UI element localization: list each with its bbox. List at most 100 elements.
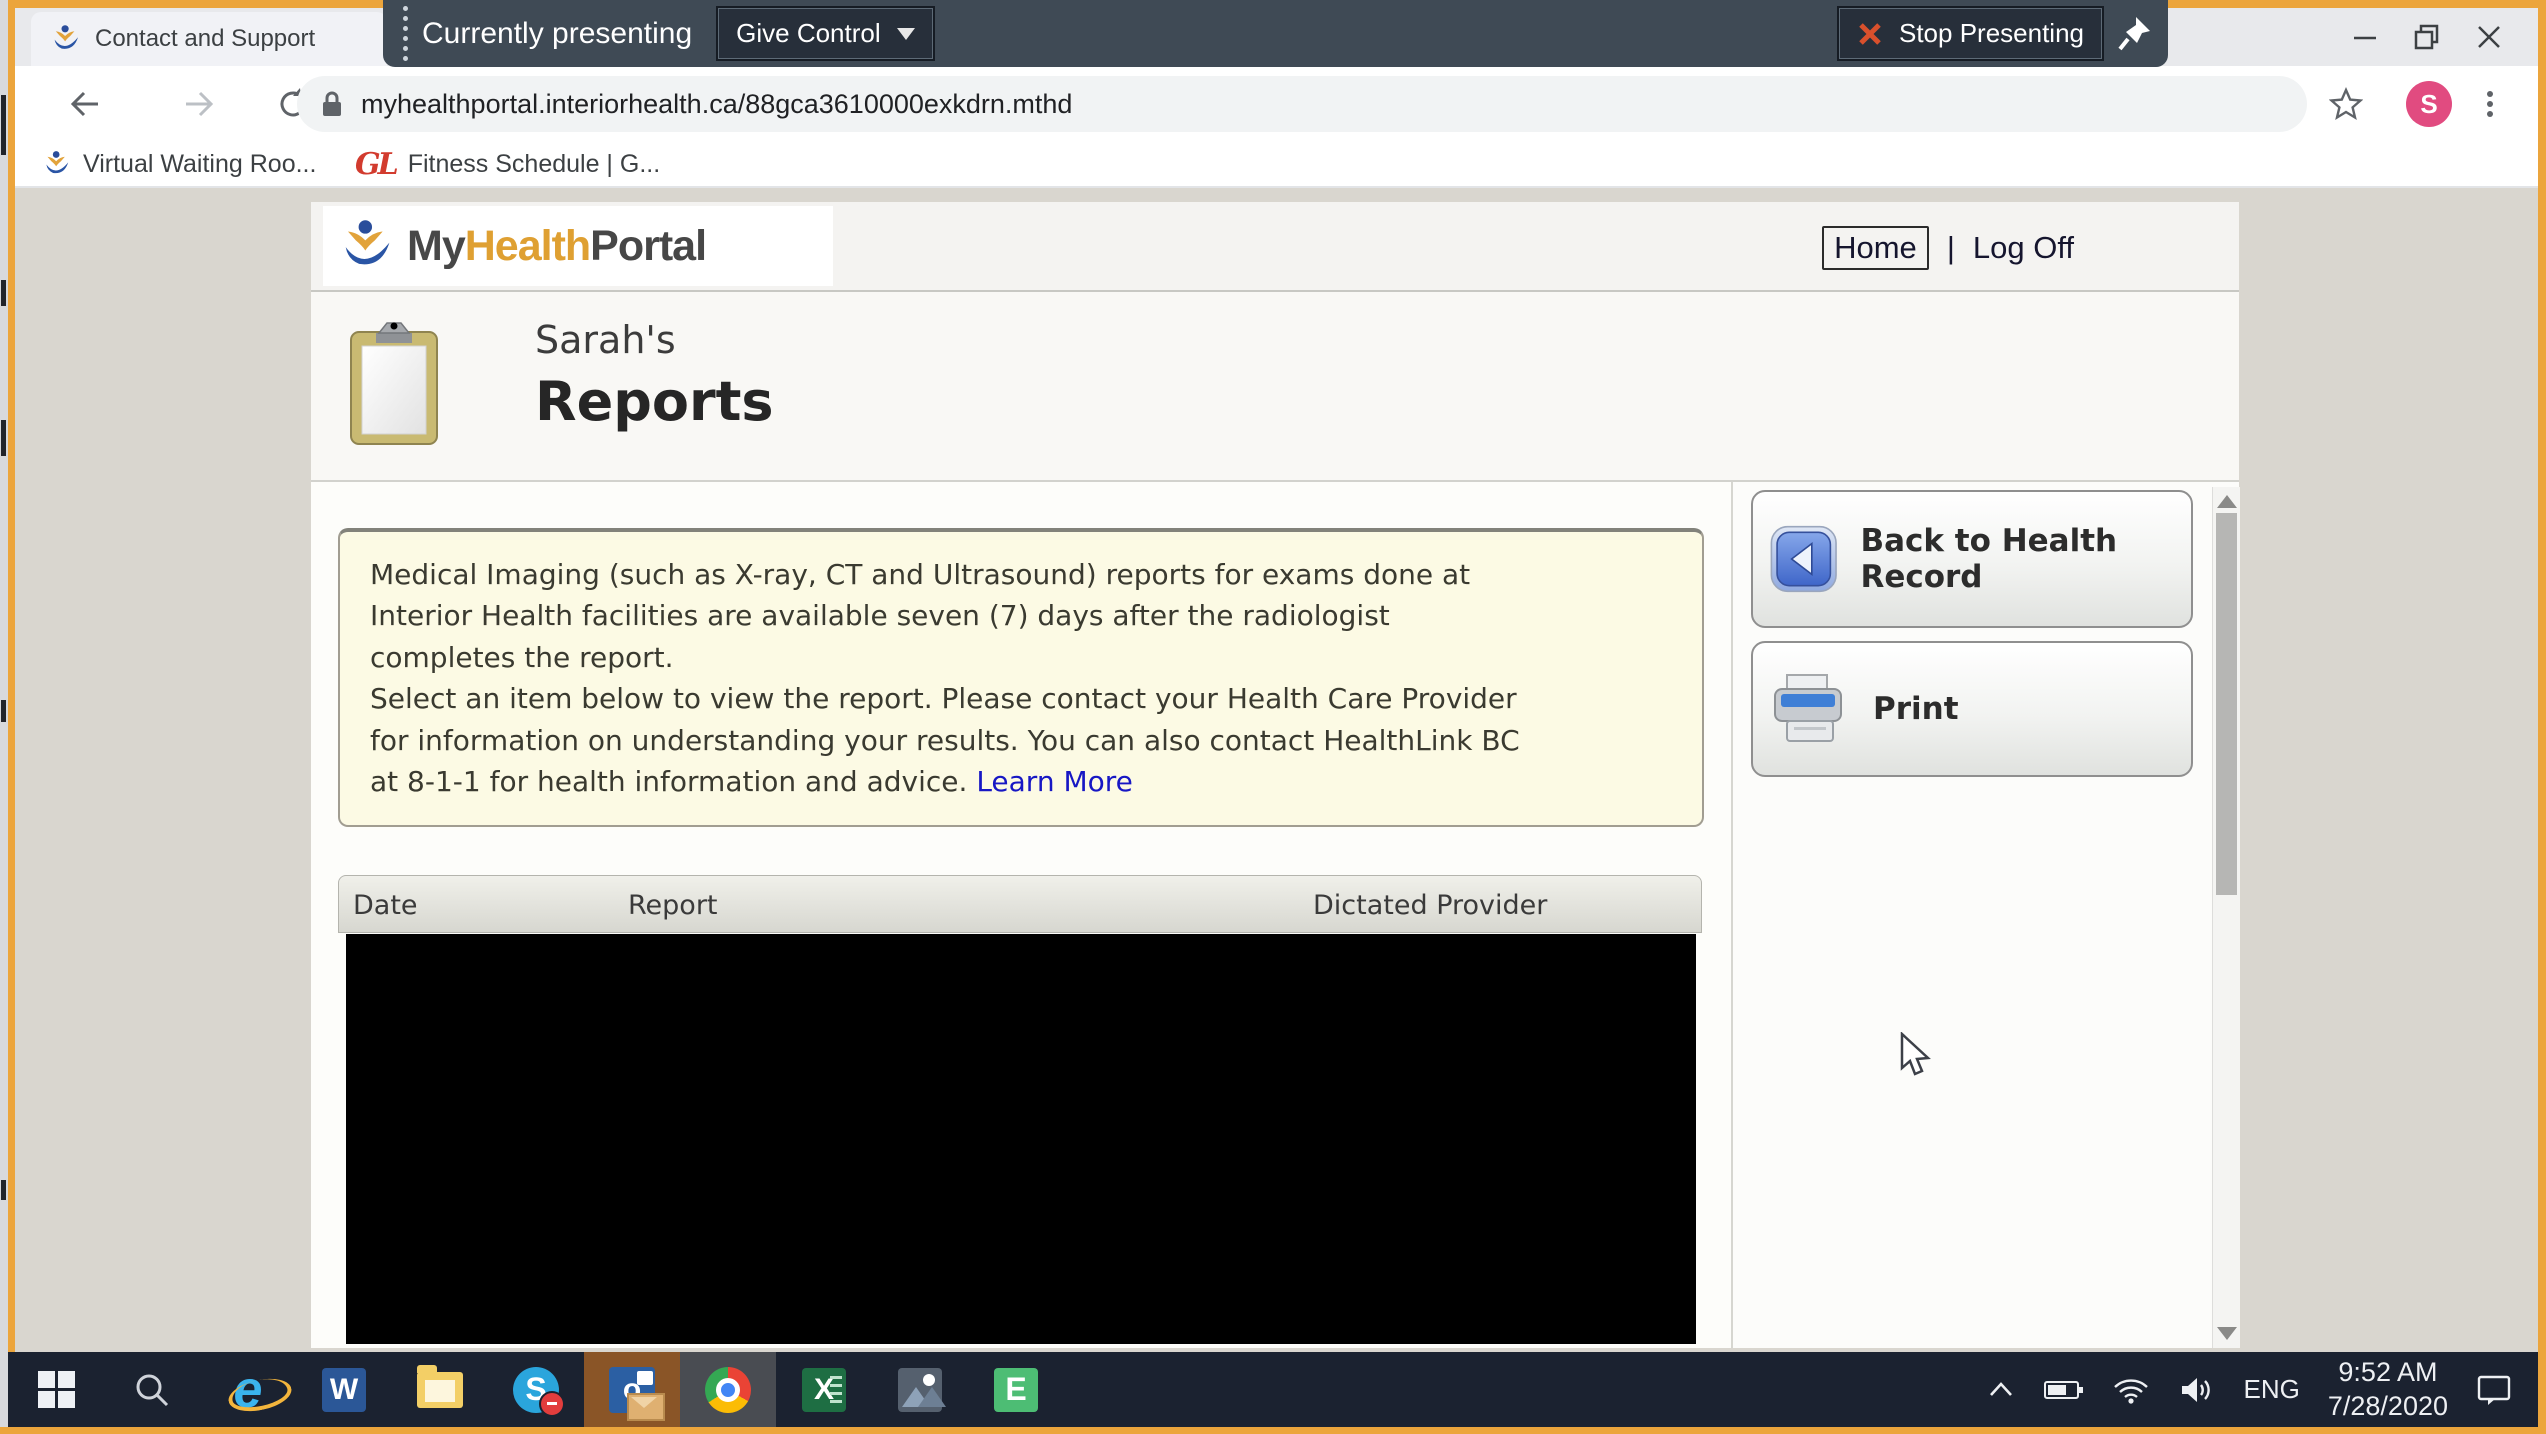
star-icon (2329, 87, 2363, 121)
print-label: Print (1873, 691, 1959, 727)
three-dot-menu-icon (2473, 87, 2507, 121)
outlook-icon: o (609, 1367, 655, 1413)
page-viewport: MyHealthPortal Home | Log Off (15, 188, 2538, 1352)
restore-icon (2412, 22, 2442, 52)
wifi-icon (2112, 1376, 2150, 1404)
tab-favicon-myhealthportal-icon (51, 24, 81, 54)
browser-menu-button[interactable] (2466, 80, 2514, 128)
page-heading-band: Sarah's Reports (311, 292, 2239, 482)
screen: Contact and Support (0, 0, 2546, 1434)
forward-button[interactable] (175, 80, 223, 128)
bookmark-fitness-schedule[interactable]: GL Fitness Schedule | G... (355, 142, 660, 186)
internet-explorer-icon: e (234, 1364, 263, 1416)
column-header-date: Date (353, 890, 418, 921)
learn-more-link[interactable]: Learn More (976, 765, 1133, 798)
tray-battery-button[interactable] (2044, 1379, 2084, 1401)
myhealthportal-logo-icon (339, 218, 395, 274)
bookmark-favicon-myhealthportal-icon (43, 150, 71, 178)
taskbar-outlook-active[interactable]: o (584, 1352, 680, 1427)
back-arrow-icon (1769, 516, 1838, 602)
action-center-icon (2476, 1374, 2512, 1406)
site-logo[interactable]: MyHealthPortal (323, 206, 833, 286)
taskbar-excel[interactable]: X (776, 1352, 872, 1427)
forward-icon (180, 85, 218, 123)
pushpin-icon (2118, 15, 2152, 53)
lock-icon[interactable] (319, 89, 345, 119)
back-to-health-record-label: Back to Health Record (1860, 523, 2175, 595)
system-tray: ENG 9:52 AM 7/28/2020 (1986, 1352, 2538, 1427)
page-scrollbar[interactable] (2212, 487, 2240, 1348)
bookmark-virtual-waiting-room[interactable]: Virtual Waiting Roo... (43, 142, 316, 186)
address-bar[interactable]: myhealthportal.interiorhealth.ca/88gca36… (297, 76, 2307, 132)
scroll-down-arrow[interactable] (2217, 1327, 2237, 1340)
scrollbar-thumb[interactable] (2216, 513, 2237, 895)
excel-icon: X (802, 1368, 846, 1412)
skype-icon: S (513, 1367, 559, 1413)
tray-language-button[interactable]: ENG (2244, 1374, 2300, 1405)
taskbar: e W S o X E (8, 1352, 2538, 1427)
notice-box: Medical Imaging (such as X-ray, CT and U… (338, 528, 1704, 827)
gl-favicon-icon: GL (355, 147, 396, 182)
back-to-health-record-button[interactable]: Back to Health Record (1751, 490, 2193, 628)
share-border-left (8, 0, 15, 1434)
drag-handle-icon[interactable] (403, 6, 408, 61)
minimize-button[interactable] (2334, 8, 2396, 66)
taskbar-skype[interactable]: S (488, 1352, 584, 1427)
scroll-up-arrow[interactable] (2217, 495, 2237, 508)
e-app-icon: E (994, 1368, 1038, 1412)
taskbar-internet-explorer[interactable]: e (200, 1352, 296, 1427)
chevron-down-icon (897, 28, 915, 40)
bookmark-star-button[interactable] (2322, 80, 2370, 128)
restore-button[interactable] (2396, 8, 2458, 66)
stop-x-icon (1857, 21, 1883, 47)
column-header-dictated-provider: Dictated Provider (1313, 890, 1547, 921)
tray-clock-button[interactable]: 9:52 AM 7/28/2020 (2328, 1356, 2448, 1424)
taskbar-word[interactable]: W (296, 1352, 392, 1427)
url-text: myhealthportal.interiorhealth.ca/88gca36… (361, 89, 1072, 120)
stop-presenting-button[interactable]: Stop Presenting (1837, 6, 2104, 61)
browser-tab-contact-support[interactable]: Contact and Support (31, 12, 387, 66)
clipboard-icon (347, 318, 441, 448)
taskbar-chrome-active[interactable] (680, 1352, 776, 1427)
mouse-cursor (1898, 1032, 1934, 1080)
new-mail-envelope-icon (627, 1393, 665, 1421)
taskbar-file-explorer[interactable] (392, 1352, 488, 1427)
print-button[interactable]: Print (1751, 641, 2193, 777)
windows-logo-icon (38, 1371, 75, 1408)
close-button[interactable] (2458, 8, 2520, 66)
bookmark-label: Virtual Waiting Roo... (83, 150, 316, 179)
taskbar-photos[interactable] (872, 1352, 968, 1427)
speaker-icon (2178, 1375, 2216, 1405)
pin-button[interactable] (2118, 15, 2152, 53)
page-title-owner: Sarah's (535, 318, 774, 362)
tray-chevron-up-button[interactable] (1986, 1379, 2016, 1401)
notice-paragraph-1: Medical Imaging (such as X-ray, CT and U… (370, 554, 1672, 678)
photos-icon (898, 1368, 942, 1412)
share-border-bottom (0, 1427, 2546, 1434)
reports-table: Date Report Dictated Provider (338, 875, 1702, 1345)
page-content: Medical Imaging (such as X-ray, CT and U… (311, 482, 2239, 1348)
column-header-report: Report (628, 890, 718, 921)
close-icon (2474, 22, 2504, 52)
tray-wifi-button[interactable] (2112, 1376, 2150, 1404)
taskbar-search-button[interactable] (104, 1352, 200, 1427)
window-controls (2334, 8, 2520, 66)
action-center-button[interactable] (2476, 1374, 2512, 1406)
tray-date: 7/28/2020 (2328, 1390, 2448, 1424)
logoff-link[interactable]: Log Off (1973, 230, 2074, 266)
give-control-button[interactable]: Give Control (716, 6, 935, 61)
tray-volume-button[interactable] (2178, 1375, 2216, 1405)
start-button[interactable] (8, 1352, 104, 1427)
site-nav: Home | Log Off (1822, 226, 2074, 270)
table-header-row: Date Report Dictated Provider (338, 875, 1702, 933)
back-button[interactable] (61, 80, 109, 128)
page-column: MyHealthPortal Home | Log Off (311, 202, 2239, 1348)
profile-avatar[interactable]: S (2406, 81, 2452, 127)
home-link[interactable]: Home (1822, 226, 1929, 270)
minimize-icon (2350, 22, 2380, 52)
taskbar-e-app[interactable]: E (968, 1352, 1064, 1427)
printer-icon (1769, 671, 1851, 747)
battery-icon (2044, 1379, 2084, 1401)
page-title-group: Sarah's Reports (535, 318, 774, 433)
presenting-bar: Currently presenting Give Control Stop P… (383, 0, 2168, 67)
